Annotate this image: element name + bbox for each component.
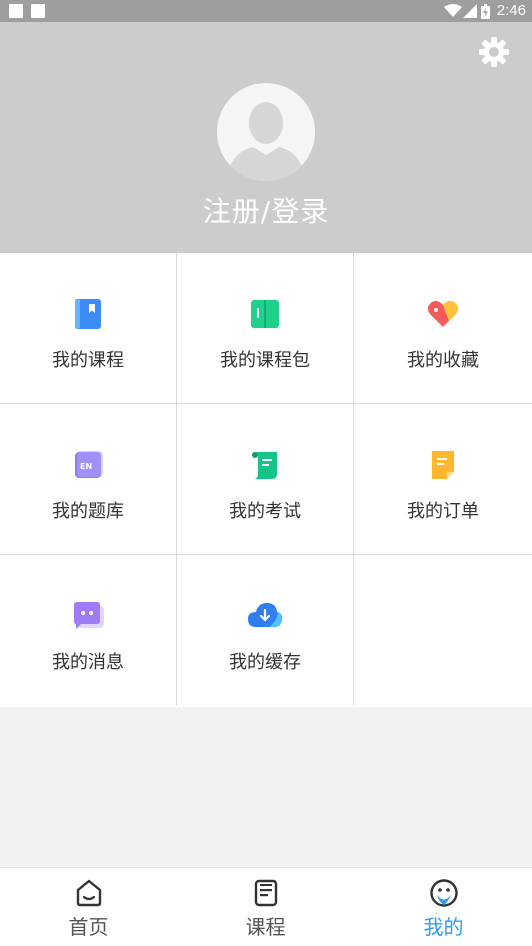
course-package-icon [251, 300, 279, 328]
tab-label: 我的 [423, 915, 464, 939]
settings-gear-icon[interactable] [478, 36, 510, 68]
tab-mine[interactable]: 我的 [355, 868, 532, 946]
svg-text:EN: EN [80, 462, 92, 471]
tab-courses[interactable]: 课程 [177, 868, 354, 946]
cache-cloud-download-icon [248, 603, 283, 627]
menu-my-orders[interactable]: 我的订单 [354, 404, 532, 555]
wifi-icon [444, 4, 462, 17]
menu-label: 我的消息 [52, 652, 124, 673]
menu-my-question-bank[interactable]: EN 我的题库 [0, 404, 177, 555]
favorites-heart-icon [427, 301, 459, 327]
profile-header: 注册/登录 [0, 22, 532, 253]
exam-scroll-icon [252, 452, 277, 479]
menu-label: 我的缓存 [229, 652, 301, 673]
menu-my-exams[interactable]: 我的考试 [177, 404, 354, 555]
menu-label: 我的题库 [52, 501, 124, 522]
menu-label: 我的订单 [407, 501, 479, 522]
notification-icon [9, 4, 23, 18]
status-bar: 2:46 [0, 0, 532, 22]
menu-label: 我的课程 [52, 350, 124, 371]
tab-label: 首页 [68, 915, 109, 939]
tab-home[interactable]: 首页 [0, 868, 177, 946]
my-menu-grid: 我的课程 我的课程包 我的收藏 EN 我的题库 我的考试 我的订单 我的消息 我… [0, 253, 532, 707]
menu-my-cache[interactable]: 我的缓存 [177, 555, 354, 706]
menu-label: 我的考试 [229, 501, 301, 522]
question-bank-icon: EN [75, 451, 103, 478]
course-list-icon [254, 879, 277, 907]
tab-label: 课程 [245, 915, 286, 939]
notification-icon [31, 4, 45, 18]
menu-empty-slot [354, 555, 532, 706]
order-note-icon [432, 451, 454, 479]
menu-label: 我的收藏 [407, 350, 479, 371]
bottom-navigation: 首页 课程 我的 [0, 867, 532, 946]
menu-my-favorites[interactable]: 我的收藏 [354, 253, 532, 404]
clock: 2:46 [496, 2, 526, 19]
message-bubble-icon [74, 602, 104, 629]
menu-my-course-packages[interactable]: 我的课程包 [177, 253, 354, 404]
register-login-link[interactable]: 注册/登录 [0, 190, 532, 230]
profile-face-icon [429, 879, 458, 907]
battery-icon [481, 4, 490, 19]
menu-my-courses[interactable]: 我的课程 [0, 253, 177, 404]
default-avatar-icon [227, 102, 305, 181]
menu-label: 我的课程包 [220, 350, 310, 371]
menu-my-messages[interactable]: 我的消息 [0, 555, 177, 706]
avatar[interactable] [217, 83, 315, 181]
course-book-icon [75, 299, 101, 329]
home-icon [76, 879, 101, 907]
cell-signal-icon [463, 4, 477, 18]
